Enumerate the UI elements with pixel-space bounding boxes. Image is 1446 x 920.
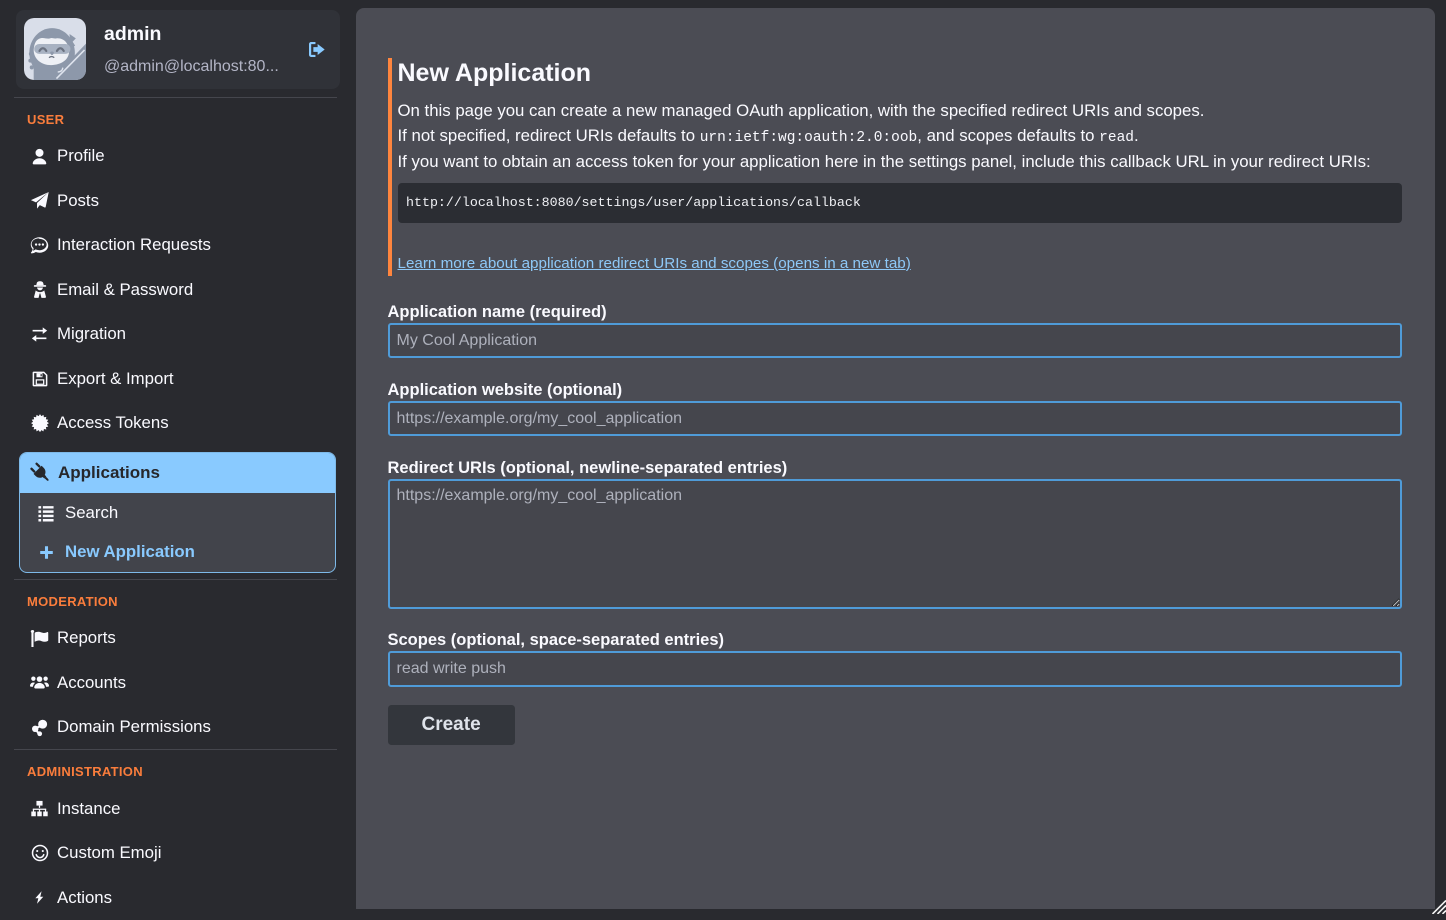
- flag-icon: [30, 627, 49, 649]
- sidebar-item-custom-emoji[interactable]: Custom Emoji: [0, 831, 355, 876]
- nav-divider: [14, 97, 337, 98]
- sidebar-item-domain-permissions[interactable]: Domain Permissions: [0, 705, 355, 750]
- scopes-input[interactable]: [388, 651, 1402, 687]
- sidebar-item-label: Profile: [57, 146, 105, 166]
- form-field-scopes: Scopes (optional, space-separated entrie…: [388, 629, 1403, 687]
- sidebar-nav: USER Profile Posts Interaction Requests …: [0, 97, 355, 920]
- sidebar-item-interaction-requests[interactable]: Interaction Requests: [0, 223, 355, 268]
- sidebar-item-label: Applications: [58, 463, 160, 483]
- form-field-name: Application name (required): [388, 301, 1403, 359]
- nav-section-label-administration: ADMINISTRATION: [27, 763, 355, 780]
- oob-code: urn:ietf:wg:oauth:2.0:oob: [700, 130, 918, 146]
- floppy-icon: [30, 368, 49, 390]
- sidebar-item-label: Custom Emoji: [57, 843, 161, 863]
- website-input[interactable]: [388, 401, 1402, 437]
- redirect-uris-label: Redirect URIs (optional, newline-separat…: [388, 457, 1403, 479]
- sidebar-item-export-import[interactable]: Export & Import: [0, 357, 355, 402]
- avatar: [24, 18, 86, 80]
- scopes-label: Scopes (optional, space-separated entrie…: [388, 629, 1403, 651]
- sidebar-item-reports[interactable]: Reports: [0, 616, 355, 661]
- sidebar-item-access-tokens[interactable]: Access Tokens: [0, 401, 355, 446]
- exchange-icon: [30, 323, 49, 345]
- callback-url-code: http://localhost:8080/settings/user/appl…: [398, 183, 1403, 223]
- sidebar-item-migration[interactable]: Migration: [0, 312, 355, 357]
- name-label: Application name (required): [388, 301, 1403, 323]
- sidebar-item-actions[interactable]: Actions: [0, 875, 355, 920]
- create-button[interactable]: Create: [388, 705, 515, 745]
- sidebar-item-applications[interactable]: Applications: [20, 453, 335, 494]
- sidebar: admin @admin@localhost:80... USER Profil…: [0, 0, 355, 914]
- sidebar-item-label: Search: [65, 503, 118, 523]
- nav-divider: [14, 579, 337, 580]
- nav-section-label-moderation: MODERATION: [27, 593, 355, 610]
- nav-divider: [14, 749, 337, 750]
- applications-block: Applications Search New Application: [19, 452, 336, 574]
- paper-plane-icon: [30, 190, 49, 212]
- read-code: read: [1099, 130, 1134, 146]
- nav-section-administration: ADMINISTRATION Instance Custom Emoji Act…: [0, 763, 355, 920]
- plus-icon: [37, 541, 55, 563]
- sidebar-item-label: Access Tokens: [57, 413, 169, 433]
- sidebar-item-label: Posts: [57, 191, 99, 211]
- form-field-website: Application website (optional): [388, 379, 1403, 437]
- user-icon: [30, 145, 49, 167]
- nav-section-moderation: MODERATION Reports Accounts Domain Permi…: [0, 593, 355, 750]
- sidebar-item-label: Reports: [57, 628, 116, 648]
- sidebar-item-label: Actions: [57, 888, 112, 908]
- sidebar-item-label: New Application: [65, 542, 195, 562]
- bolt-icon: [30, 887, 49, 909]
- resize-grip-icon[interactable]: [1431, 899, 1446, 914]
- sidebar-item-label: Instance: [57, 799, 120, 819]
- certificate-icon: [30, 412, 49, 434]
- logout-icon[interactable]: [306, 40, 327, 59]
- nav-section-user: USER Profile Posts Interaction Requests …: [0, 111, 355, 573]
- sidebar-item-label: Accounts: [57, 673, 126, 693]
- sidebar-item-label: Export & Import: [57, 369, 174, 389]
- intro-line1: On this page you can create a new manage…: [398, 101, 1205, 120]
- sidebar-item-label: Email & Password: [57, 280, 193, 300]
- main-panel: New Application On this page you can cre…: [356, 8, 1436, 909]
- nav-section-label-user: USER: [27, 111, 355, 128]
- redirect-uris-textarea[interactable]: [388, 479, 1402, 609]
- sidebar-item-label: Interaction Requests: [57, 235, 211, 255]
- user-handle: @admin@localhost:80...: [104, 55, 306, 78]
- intro-line2-pre: If not specified, redirect URIs defaults…: [398, 126, 700, 145]
- sidebar-item-label: Migration: [57, 324, 126, 344]
- smile-icon: [30, 842, 49, 864]
- sidebar-item-new-application[interactable]: New Application: [20, 533, 335, 573]
- sidebar-item-posts[interactable]: Posts: [0, 179, 355, 224]
- hubzilla-icon: [30, 716, 49, 738]
- learn-more-link[interactable]: Learn more about application redirect UR…: [398, 255, 911, 272]
- sidebar-item-search[interactable]: Search: [20, 493, 335, 533]
- sidebar-item-accounts[interactable]: Accounts: [0, 660, 355, 705]
- intro-line3: If you want to obtain an access token fo…: [398, 152, 1371, 171]
- sidebar-item-profile[interactable]: Profile: [0, 134, 355, 179]
- sitemap-icon: [30, 798, 49, 820]
- intro-line2-end: .: [1134, 126, 1139, 145]
- sidebar-item-label: Domain Permissions: [57, 717, 211, 737]
- comment-dots-icon: [30, 234, 49, 256]
- new-application-form: Application name (required) Application …: [388, 301, 1403, 745]
- user-card[interactable]: admin @admin@localhost:80...: [16, 10, 340, 89]
- page-title: New Application: [398, 58, 1403, 88]
- docs-section: New Application On this page you can cre…: [388, 58, 1403, 276]
- intro-line2-mid: , and scopes defaults to: [917, 126, 1099, 145]
- sidebar-item-email-password[interactable]: Email & Password: [0, 268, 355, 313]
- user-meta: admin @admin@localhost:80...: [104, 21, 306, 78]
- list-icon: [37, 502, 55, 524]
- website-label: Application website (optional): [388, 379, 1403, 401]
- name-input[interactable]: [388, 323, 1402, 359]
- user-secret-icon: [30, 279, 49, 301]
- sidebar-item-instance[interactable]: Instance: [0, 786, 355, 831]
- users-icon: [30, 672, 49, 694]
- plug-icon: [30, 462, 52, 484]
- username: admin: [104, 21, 306, 47]
- form-field-redirect-uris: Redirect URIs (optional, newline-separat…: [388, 457, 1403, 609]
- intro-text: On this page you can create a new manage…: [398, 99, 1403, 175]
